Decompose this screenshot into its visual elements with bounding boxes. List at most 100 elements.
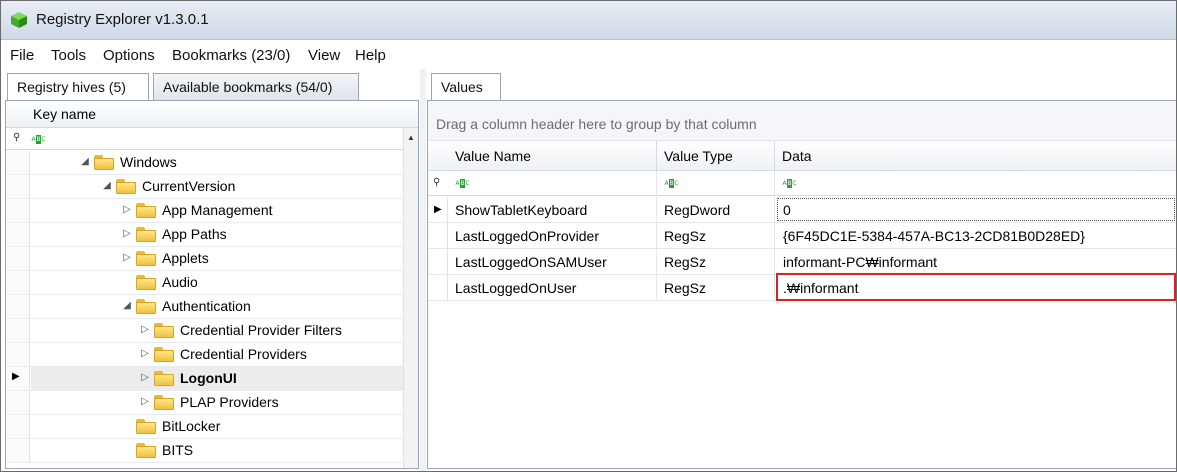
tree-row-gutter	[6, 415, 30, 438]
value-data-cell[interactable]: {6F45DC1E-5384-457A-BC13-2CD81B0D28ED}	[783, 228, 1085, 244]
value-name-cell[interactable]: ShowTabletKeyboard	[455, 202, 587, 218]
tree-row[interactable]: BitLocker	[6, 415, 404, 439]
tree-row-gutter	[6, 319, 30, 342]
tree-expander-icon[interactable]: ▷	[122, 204, 132, 215]
tree-row[interactable]: ◢ CurrentVersion	[6, 175, 404, 199]
tab-available-bookmarks[interactable]: Available bookmarks (54/0)	[153, 73, 359, 101]
tree-row[interactable]: ▷ App Paths	[6, 223, 404, 247]
folder-icon	[136, 203, 156, 218]
menu-view[interactable]: View	[308, 47, 340, 64]
key-filter-row[interactable]: ⚲ ABC	[6, 128, 418, 150]
column-separator[interactable]	[774, 141, 775, 171]
tree-expander-icon[interactable]: ▷	[140, 348, 150, 359]
registry-explorer-window: Registry Explorer v1.3.0.1 File Tools Op…	[0, 0, 1177, 472]
column-separator	[774, 171, 775, 196]
cell-separator	[774, 249, 775, 274]
tree-row-gutter	[6, 343, 30, 366]
column-separator[interactable]	[656, 141, 657, 171]
column-header-data[interactable]: Data	[782, 148, 812, 164]
tab-available-bookmarks-label: Available bookmarks (54/0)	[163, 79, 333, 95]
value-name-cell[interactable]: LastLoggedOnUser	[455, 280, 576, 296]
menu-help[interactable]: Help	[355, 47, 386, 64]
column-header-value-name[interactable]: Value Name	[455, 148, 531, 164]
tree-node-label: LogonUI	[180, 370, 237, 386]
tree-expander-icon[interactable]: ▷	[122, 252, 132, 263]
folder-icon	[116, 179, 136, 194]
tab-registry-hives[interactable]: Registry hives (5)	[7, 73, 149, 102]
tree-node-label: App Management	[162, 202, 273, 218]
title-bar: Registry Explorer v1.3.0.1	[1, 1, 1176, 40]
value-type-cell[interactable]: RegSz	[664, 228, 706, 244]
tree-node-label: BITS	[162, 442, 194, 458]
tree-row[interactable]: BITS	[6, 439, 404, 463]
scroll-up-arrow-icon[interactable]: ▲	[407, 133, 415, 142]
tab-values-label: Values	[441, 79, 483, 95]
tree-node-label: Credential Provider Filters	[180, 322, 342, 338]
tree-row-gutter	[6, 391, 30, 414]
tree-row[interactable]: ▷ Credential Providers	[6, 343, 404, 367]
tree-node-label: Windows	[120, 154, 177, 170]
tree-row[interactable]: ▷ Credential Provider Filters	[6, 319, 404, 343]
tab-values[interactable]: Values	[431, 73, 501, 102]
cell-separator	[656, 249, 657, 274]
tree-scrollbar[interactable]: ▲	[403, 128, 418, 468]
tree-node-label: PLAP Providers	[180, 394, 279, 410]
group-by-area[interactable]: Drag a column header here to group by th…	[428, 101, 1176, 141]
value-row[interactable]: LastLoggedOnUser RegSz .₩informant	[428, 273, 1176, 301]
panel-splitter[interactable]	[420, 69, 426, 471]
tree-row[interactable]: ▷ Applets	[6, 247, 404, 271]
value-data-cell[interactable]: informant-PC₩informant	[783, 254, 937, 270]
tree-expander-icon[interactable]: ◢	[80, 156, 90, 167]
tree-row[interactable]: ▷ PLAP Providers	[6, 391, 404, 415]
tree-expander-icon[interactable]: ▷	[122, 228, 132, 239]
abc-filter-icon[interactable]: ABC	[782, 179, 798, 188]
tree-row-gutter	[6, 175, 30, 198]
folder-icon	[136, 299, 156, 314]
tree-row-gutter	[6, 151, 30, 174]
tree-row-gutter	[6, 247, 30, 270]
value-type-cell[interactable]: RegSz	[664, 254, 706, 270]
cell-separator	[656, 197, 657, 222]
folder-icon	[154, 323, 174, 338]
value-row[interactable]: LastLoggedOnProvider RegSz {6F45DC1E-5384-…	[428, 223, 1176, 249]
menu-file[interactable]: File	[10, 47, 34, 64]
tree-row[interactable]: ◢ Windows	[6, 151, 404, 175]
group-by-hint: Drag a column header here to group by th…	[436, 116, 757, 132]
tree-row[interactable]: ◢ Authentication	[6, 295, 404, 319]
menu-tools[interactable]: Tools	[51, 47, 86, 64]
abc-filter-icon[interactable]: ABC	[664, 179, 680, 188]
value-row-gutter: ▶	[428, 197, 448, 222]
tree-expander-icon[interactable]: ▷	[140, 324, 150, 335]
tree-expander-icon[interactable]: ▷	[140, 372, 150, 383]
menu-bookmarks[interactable]: Bookmarks (23/0)	[172, 47, 290, 64]
value-name-cell[interactable]: LastLoggedOnSAMUser	[455, 254, 607, 270]
value-row[interactable]: ▶ ShowTabletKeyboard RegDword 0	[428, 197, 1176, 223]
tree-row[interactable]: ▶ ▷ LogonUI	[6, 367, 404, 391]
value-name-cell[interactable]: LastLoggedOnProvider	[455, 228, 599, 244]
window-title: Registry Explorer v1.3.0.1	[36, 11, 209, 28]
tree-node-label: Applets	[162, 250, 209, 266]
menu-options[interactable]: Options	[103, 47, 155, 64]
value-type-cell[interactable]: RegDword	[664, 202, 730, 218]
cell-separator	[774, 223, 775, 248]
tree-expander-icon[interactable]: ◢	[122, 300, 132, 311]
tree-node-label: Authentication	[162, 298, 251, 314]
tree-row[interactable]: Audio	[6, 271, 404, 295]
registry-cube-icon	[11, 12, 27, 28]
value-row[interactable]: LastLoggedOnSAMUser RegSz informant-PC₩inf…	[428, 249, 1176, 275]
column-header-value-type[interactable]: Value Type	[664, 148, 733, 164]
grid-filter-row: ⚲ ABC ABC ABC	[428, 171, 1176, 196]
current-row-arrow-icon: ▶	[434, 204, 442, 215]
abc-filter-icon[interactable]: ABC	[455, 179, 471, 188]
tree-row[interactable]: ▷ App Management	[6, 199, 404, 223]
value-row-gutter	[428, 223, 448, 248]
value-row-gutter	[428, 275, 448, 300]
tree-expander-icon[interactable]: ▷	[140, 396, 150, 407]
highlight-annotation-box	[776, 273, 1176, 301]
values-panel: Drag a column header here to group by th…	[427, 100, 1176, 469]
cell-separator	[774, 197, 775, 222]
value-type-cell[interactable]: RegSz	[664, 280, 706, 296]
tree-expander-icon[interactable]: ◢	[102, 180, 112, 191]
key-name-column-header[interactable]: Key name	[6, 101, 418, 128]
column-separator	[656, 171, 657, 196]
